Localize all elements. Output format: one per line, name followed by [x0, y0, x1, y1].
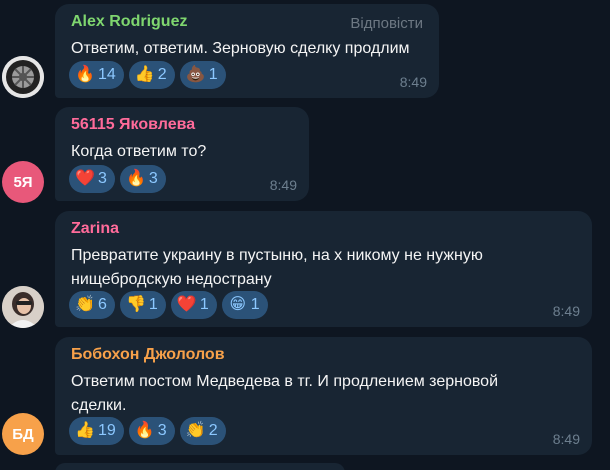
reaction-count: 14 [98, 66, 116, 83]
message-bubble[interactable]: Zarina Превратите украину в пустыню, на … [55, 211, 592, 327]
message-bubble[interactable]: Alex Rodriguez Відповісти Ответим, ответ… [55, 4, 439, 98]
avatar[interactable] [2, 56, 44, 98]
heart-icon: ❤️ [75, 170, 95, 187]
message-time: 8:49 [552, 303, 580, 319]
reaction-heart[interactable]: ❤️ 3 [69, 165, 115, 193]
message-bubble[interactable]: 56115 Яковлева Когда ответим то? ❤️ 3 🔥 3 … [55, 107, 309, 201]
reaction-heart[interactable]: ❤️ 1 [170, 291, 217, 319]
reaction-count: 3 [98, 170, 107, 187]
message-text: Ответим постом Медведева в тг. И продлен… [71, 370, 498, 417]
message-time: 8:49 [552, 431, 580, 447]
message-line: Когда ответим то? [71, 143, 207, 160]
reaction-count: 19 [98, 422, 116, 439]
tire-icon [2, 56, 44, 98]
reaction-count: 6 [98, 296, 107, 313]
clap-icon: 👏 [75, 296, 95, 313]
message-line: нищебродскую недострану [71, 270, 272, 288]
author-name[interactable]: 56115 Яковлева [71, 116, 195, 134]
reactions-row: ❤️ 3 🔥 3 [69, 165, 166, 193]
message-text: Когда ответим то? [71, 140, 206, 164]
reaction-thumbs-down[interactable]: 👎 1 [119, 291, 166, 319]
reaction-fire[interactable]: 🔥 14 [69, 61, 124, 89]
reaction-count: 1 [250, 296, 260, 313]
message-line: сделки. [71, 396, 127, 414]
reactions-row: 👏 6 👎 1 ❤️ 1 😁 1 [69, 291, 268, 319]
message-line: Превратите украину в пустыню, на х ником… [71, 247, 483, 264]
reaction-grin[interactable]: 😁 1 [221, 291, 268, 319]
message-text: Ответим, ответим. Зерновую сделку продли… [71, 37, 410, 61]
avatar-initials: БД [12, 425, 34, 443]
girl-photo-icon [2, 286, 44, 328]
avatar[interactable]: БД [2, 413, 44, 455]
fire-icon: 🔥 [125, 170, 146, 187]
reaction-count: 3 [157, 422, 167, 439]
reaction-thumbs-up[interactable]: 👍 2 [128, 61, 175, 89]
message-bubble[interactable]: Бобохон Джололов Ответим постом Медведев… [55, 337, 592, 455]
heart-icon: ❤️ [176, 296, 197, 313]
message-time: 8:49 [399, 74, 427, 90]
reaction-fire[interactable]: 🔥 3 [128, 417, 175, 445]
reaction-clap[interactable]: 👏 2 [179, 417, 226, 445]
reactions-row: 🔥 14 👍 2 💩 1 [69, 61, 226, 89]
fire-icon: 🔥 [134, 422, 155, 439]
reaction-poop[interactable]: 💩 1 [179, 61, 226, 89]
reaction-count: 1 [148, 296, 158, 313]
thumbs-down-icon: 👎 [125, 296, 146, 313]
reaction-count: 3 [148, 170, 158, 187]
reaction-count: 1 [199, 296, 209, 313]
message-line: Ответим постом Медведева в тг. И продлен… [71, 373, 499, 390]
reactions-row: 👍 19 🔥 3 👏 2 [69, 417, 226, 445]
reply-button[interactable]: Відповісти [350, 15, 423, 32]
reaction-count: 1 [208, 66, 218, 83]
reaction-fire[interactable]: 🔥 3 [119, 165, 166, 193]
grin-icon: 😁 [229, 296, 247, 313]
author-name[interactable]: Alex Rodriguez [71, 13, 187, 31]
message-time: 8:49 [269, 177, 297, 193]
poop-icon: 💩 [185, 66, 206, 83]
message-text: Превратите украину в пустыню, на х ником… [71, 244, 483, 291]
message-line: Ответим, ответим. Зерновую сделку продли… [71, 40, 410, 57]
thumbs-up-icon: 👍 [134, 66, 155, 83]
author-name[interactable]: Бобохон Джололов [71, 346, 225, 364]
reaction-thumbs-up[interactable]: 👍 19 [69, 417, 124, 445]
avatar[interactable]: 5Я [2, 161, 44, 203]
fire-icon: 🔥 [75, 66, 95, 83]
clap-icon: 👏 [185, 422, 206, 439]
message-bubble-partial[interactable] [55, 463, 345, 470]
avatar-initials: 5Я [13, 173, 33, 191]
avatar[interactable] [2, 286, 44, 328]
reaction-clap[interactable]: 👏 6 [69, 291, 115, 319]
reaction-count: 2 [157, 66, 167, 83]
thumbs-up-icon: 👍 [75, 422, 95, 439]
reaction-count: 2 [208, 422, 218, 439]
author-name[interactable]: Zarina [71, 220, 119, 238]
